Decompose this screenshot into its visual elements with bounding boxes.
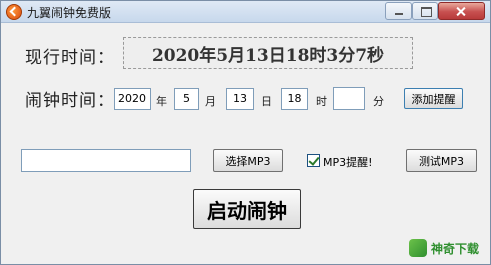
close-button[interactable]: [438, 2, 485, 20]
maximize-button[interactable]: [412, 2, 438, 20]
start-alarm-button[interactable]: 启动闹钟: [193, 189, 301, 229]
alarm-month-input[interactable]: 5: [174, 88, 199, 110]
current-time-display: 2020年5月13日18时3分7秒: [123, 37, 413, 69]
watermark-text: 神奇下载: [431, 241, 480, 256]
title-bar[interactable]: 九翼闹钟免费版: [1, 1, 490, 23]
minimize-button[interactable]: [385, 2, 412, 20]
app-logo-icon: [6, 4, 22, 20]
mp3-reminder-checkbox[interactable]: [307, 154, 320, 167]
year-unit-label: 年: [156, 95, 167, 108]
test-mp3-button[interactable]: 测试MP3: [406, 149, 477, 172]
minute-unit-label: 分: [373, 95, 384, 108]
current-time-label: 现行时间：: [25, 48, 115, 68]
choose-mp3-button[interactable]: 选择MP3: [213, 149, 283, 172]
alarm-year-input[interactable]: 2020: [114, 88, 151, 110]
alarm-day-input[interactable]: 13: [226, 88, 254, 110]
add-reminder-button[interactable]: 添加提醒: [404, 88, 463, 109]
alarm-hour-input[interactable]: 18: [281, 88, 308, 110]
alarm-time-label: 闹钟时间：: [25, 91, 115, 111]
watermark-logo-icon: [409, 239, 427, 257]
mp3-path-input[interactable]: [21, 149, 191, 172]
hour-unit-label: 时: [316, 95, 327, 108]
day-unit-label: 日: [261, 95, 272, 108]
watermark-badge: 神奇下载: [409, 236, 487, 260]
mp3-reminder-label[interactable]: MP3提醒!: [323, 154, 373, 170]
month-unit-label: 月: [205, 95, 216, 108]
window-title: 九翼闹钟免费版: [27, 6, 112, 20]
alarm-minute-input[interactable]: [333, 87, 365, 110]
app-window: 九翼闹钟免费版 现行时间： 2020年5月13日18时3分7秒 闹钟时间： 20…: [0, 0, 491, 265]
